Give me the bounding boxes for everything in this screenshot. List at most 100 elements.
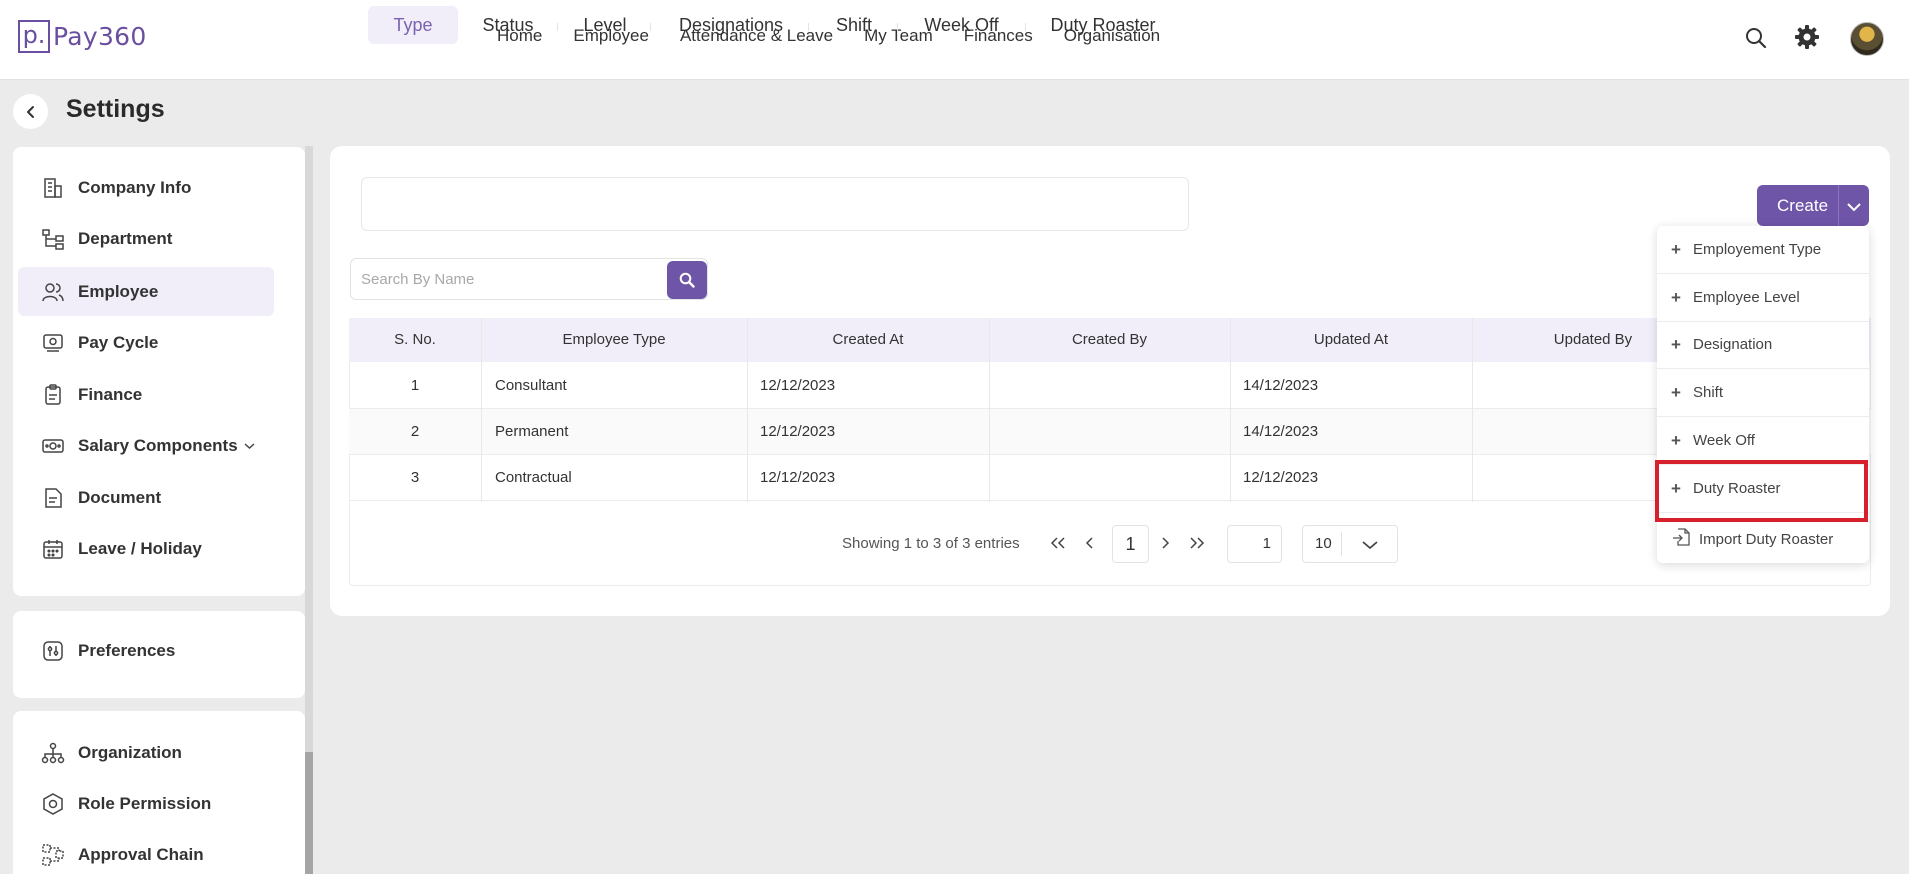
tab-divider: [897, 23, 898, 31]
sidebar-item-label: Department: [78, 228, 173, 248]
sidebar-scrollbar-thumb[interactable]: [305, 752, 313, 874]
plus-icon: +: [1671, 431, 1681, 450]
sidebar-item-organization[interactable]: Organization: [18, 728, 274, 777]
cell-updated-at: 14/12/2023: [1243, 377, 1319, 394]
go-to-page-input[interactable]: 1: [1227, 525, 1282, 563]
chevron-left-icon: [26, 105, 34, 118]
search-input[interactable]: [361, 267, 661, 291]
tab-duty-roaster[interactable]: Duty Roaster: [1043, 6, 1163, 44]
table-row[interactable]: [349, 363, 1871, 409]
menu-item-week-off[interactable]: + Week Off: [1657, 417, 1869, 465]
menu-item-import-duty-roaster[interactable]: Import Duty Roaster: [1657, 515, 1869, 563]
sidebar-item-label: Finance: [78, 384, 143, 404]
cell-updated-at: 12/12/2023: [1243, 469, 1319, 486]
document-icon: [40, 485, 66, 511]
search-icon[interactable]: [1745, 27, 1767, 54]
column-divider: [989, 318, 990, 502]
cell-created-at: 12/12/2023: [760, 469, 836, 486]
column-header-employee-type: Employee Type: [562, 331, 666, 348]
menu-item-designation[interactable]: + Designation: [1657, 321, 1869, 369]
tab-divider: [557, 23, 558, 31]
user-avatar[interactable]: [1850, 22, 1884, 56]
select-divider: [1341, 532, 1342, 556]
column-divider: [481, 318, 482, 502]
sidebar-item-label: Pay Cycle: [78, 332, 159, 352]
building-icon: [40, 175, 66, 201]
search-button[interactable]: [667, 261, 707, 299]
pay360-logo[interactable]: p. Pay360: [18, 20, 147, 53]
table-row[interactable]: [349, 455, 1871, 501]
previous-page-icon[interactable]: [1077, 530, 1103, 556]
preferences-icon: [40, 638, 66, 664]
page-size-value: 10: [1315, 535, 1332, 552]
column-divider: [1230, 318, 1231, 502]
tab-type[interactable]: Type: [368, 6, 458, 44]
cell-updated-at: 14/12/2023: [1243, 423, 1319, 440]
sidebar-item-preferences[interactable]: Preferences: [18, 626, 274, 675]
last-page-icon[interactable]: [1184, 530, 1210, 556]
gear-icon[interactable]: [1794, 24, 1820, 55]
column-header-s-no: S. No.: [394, 331, 436, 348]
sidebar-item-role-permission[interactable]: Role Permission: [18, 779, 274, 828]
cell-created-at: 12/12/2023: [760, 423, 836, 440]
money-icon: [40, 433, 66, 459]
menu-item-label: Employee Level: [1693, 289, 1800, 306]
cell-created-at: 12/12/2023: [760, 377, 836, 394]
cell-employee-type: Consultant: [495, 377, 567, 394]
sidebar-item-company-info[interactable]: Company Info: [18, 163, 274, 212]
sidebar-item-leave-holiday[interactable]: Leave / Holiday: [18, 524, 274, 573]
sidebar-item-finance[interactable]: Finance: [18, 370, 274, 419]
page-size-select[interactable]: 10: [1302, 525, 1398, 563]
table-row[interactable]: [349, 409, 1871, 455]
menu-item-employement-type[interactable]: + Employement Type: [1657, 226, 1869, 274]
sidebar-item-document[interactable]: Document: [18, 473, 274, 522]
logo-mark: p.: [18, 20, 50, 53]
back-button[interactable]: [13, 94, 48, 129]
menu-item-employee-level[interactable]: + Employee Level: [1657, 274, 1869, 322]
next-page-icon[interactable]: [1152, 530, 1178, 556]
sidebar-item-employee[interactable]: Employee: [18, 267, 274, 316]
first-page-icon[interactable]: [1045, 530, 1071, 556]
users-icon: [40, 279, 66, 305]
approval-chain-icon: [40, 842, 66, 868]
current-page-button[interactable]: 1: [1112, 525, 1149, 563]
sidebar-item-approval-chain[interactable]: Approval Chain: [18, 830, 274, 874]
import-file-icon: [1671, 527, 1691, 552]
menu-item-label: Designation: [1693, 336, 1773, 353]
pagination-summary: Showing 1 to 3 of 3 entries: [842, 535, 1020, 552]
cell-employee-type: Permanent: [495, 423, 569, 440]
sidebar-item-label: Employee: [78, 281, 159, 301]
cell-s-no: 3: [410, 469, 420, 486]
column-divider: [747, 318, 748, 502]
plus-icon: +: [1671, 288, 1681, 307]
org-tree-icon: [40, 226, 66, 252]
menu-item-label: Employement Type: [1693, 241, 1822, 258]
sidebar-item-label: Preferences: [78, 640, 176, 660]
sidebar-item-label: Approval Chain: [78, 844, 204, 864]
pay-cycle-icon: [40, 330, 66, 356]
sidebar-item-department[interactable]: Department: [18, 214, 274, 263]
chevron-down-icon[interactable]: [1846, 200, 1862, 218]
tab-divider: [808, 23, 809, 31]
plus-icon: +: [1671, 383, 1681, 402]
column-header-created-at: Created At: [832, 331, 904, 348]
menu-item-shift[interactable]: + Shift: [1657, 369, 1869, 417]
search-icon: [679, 272, 695, 288]
tab-level[interactable]: Level: [570, 6, 640, 44]
hexagon-icon: [40, 791, 66, 817]
calendar-icon: [40, 536, 66, 562]
cell-s-no: 1: [410, 377, 420, 394]
tab-week-off[interactable]: Week Off: [913, 6, 1010, 44]
sidebar-item-pay-cycle[interactable]: Pay Cycle: [18, 318, 274, 367]
duty-roaster-highlight-box: [1655, 460, 1868, 522]
tab-status[interactable]: Status: [470, 6, 546, 44]
sidebar-item-salary-components[interactable]: Salary Components: [18, 421, 274, 470]
create-button-divider: [1838, 185, 1839, 226]
chevron-down-icon: [244, 437, 255, 455]
clipboard-icon: [40, 382, 66, 408]
create-button[interactable]: Create: [1757, 185, 1869, 226]
tab-designations[interactable]: Designations: [667, 6, 795, 44]
plus-icon: +: [1671, 335, 1681, 354]
cell-employee-type: Contractual: [495, 469, 572, 486]
tab-shift[interactable]: Shift: [823, 6, 885, 44]
